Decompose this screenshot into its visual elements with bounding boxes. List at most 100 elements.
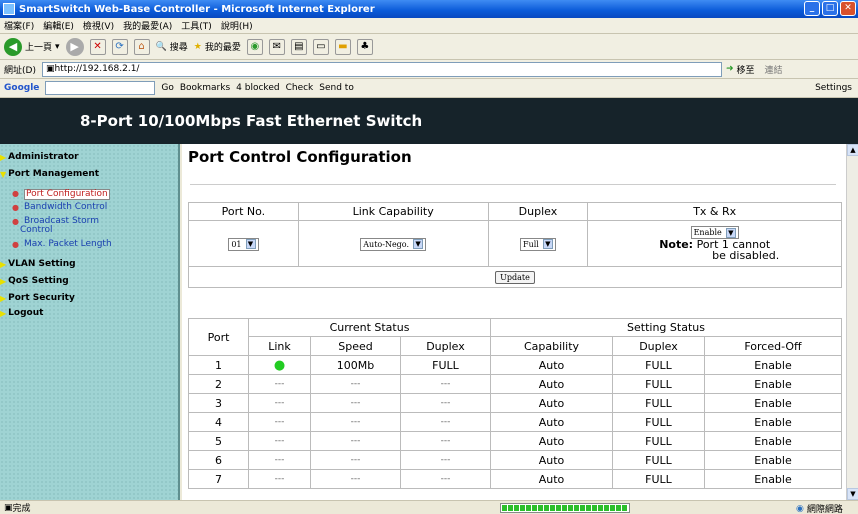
link-capability-select[interactable]: Auto-Nego. ▼ (360, 237, 427, 251)
table-row: 2 --- --- --- Auto FULL Enable (188, 374, 842, 394)
note-label: Note: (659, 238, 694, 251)
link-select-value: Auto-Nego. (363, 239, 410, 249)
cell-duplex: FULL (400, 355, 491, 375)
sidebar-item-broadcast-storm-cont[interactable]: Control (20, 226, 53, 235)
config-table: Port No. Link Capability Duplex Tx & Rx … (188, 202, 842, 288)
table-row: 6 --- --- --- Auto FULL Enable (188, 450, 842, 470)
ie-icon (3, 3, 15, 15)
go-arrow-icon: ➜ (725, 64, 734, 74)
arrow-icon: ▶ (0, 308, 7, 318)
media-icon[interactable]: ◉ (246, 38, 263, 55)
txrx-cell: Enable ▼ Note: Port 1 cannot be disabled. (587, 220, 842, 267)
back-arrow-icon: ◀ (4, 37, 22, 56)
sidebar-item-logout[interactable]: ▶ Logout (0, 308, 43, 318)
stop-icon[interactable]: ✕ (89, 38, 106, 55)
sidebar-item-port-security[interactable]: ▶ Port Security (0, 293, 75, 303)
header-cur-duplex: Duplex (400, 336, 491, 356)
cell-capability: Auto (490, 412, 613, 432)
popup-blocked[interactable]: 4 blocked (236, 83, 279, 93)
scroll-down-icon[interactable]: ▼ (847, 488, 858, 500)
mail-icon[interactable]: ✉ (268, 38, 285, 55)
duplex-select[interactable]: Full ▼ (520, 237, 556, 251)
status-table: Port Current Status Setting Status Link … (188, 318, 842, 489)
back-button[interactable]: ◀ 上一頁 ▾ (4, 37, 60, 56)
google-search-input[interactable] (45, 81, 156, 95)
cell-duplex: --- (400, 412, 491, 432)
go-button[interactable]: ➜ 移至 (726, 63, 755, 76)
google-go-button[interactable]: Go (161, 83, 173, 93)
sidebar-item-bandwidth-control[interactable]: ● Bandwidth Control (12, 203, 107, 213)
zone-indicator: ◉ 網際網路 (796, 502, 843, 514)
links-label[interactable]: 連結 (765, 63, 783, 76)
settings-button[interactable]: Settings (815, 83, 852, 93)
menu-help[interactable]: 說明(H) (221, 19, 253, 32)
duplex-select-value: Full (523, 239, 539, 249)
switch-title: 8-Port 10/100Mbps Fast Ethernet Switch (80, 112, 423, 130)
port-select[interactable]: 01 ▼ (228, 237, 259, 251)
bullet-icon: ● (12, 203, 19, 212)
status-bar: ▣ 完成 ◉ 網際網路 (0, 500, 858, 514)
refresh-icon[interactable]: ⟳ (111, 38, 128, 55)
address-url: http://192.168.2.1/ (54, 64, 140, 74)
bullet-icon: ● (12, 217, 19, 226)
spell-check-button[interactable]: Check (286, 83, 314, 93)
sidebar-item-qos[interactable]: ▶ QoS Setting (0, 276, 69, 286)
zone-label: 網際網路 (806, 505, 843, 514)
address-input[interactable]: ▣ http://192.168.2.1/ (41, 61, 722, 77)
favorites-button[interactable]: ★ 我的最愛 (194, 40, 241, 54)
table-row: 4 --- --- --- Auto FULL Enable (188, 412, 842, 432)
sidebar-item-port-management[interactable]: ▼ Port Management (0, 169, 99, 179)
sidebar: ▶ Administrator ▼ Port Management ● Port… (0, 144, 180, 500)
sidebar-item-port-configuration[interactable]: ● Port Configuration (12, 189, 110, 200)
home-icon[interactable]: ⌂ (133, 38, 150, 55)
close-button[interactable]: ✕ (840, 1, 856, 16)
vertical-scrollbar[interactable]: ▲ ▼ (846, 144, 858, 500)
cell-set_duplex: FULL (612, 393, 705, 413)
maximize-button[interactable]: □ (822, 1, 838, 16)
search-button[interactable]: 🔍 搜尋 (156, 40, 188, 54)
update-cell: Update (188, 266, 842, 288)
table-row: 5 --- --- --- Auto FULL Enable (188, 431, 842, 451)
google-logo[interactable]: Google (4, 83, 39, 93)
menu-edit[interactable]: 編輯(E) (43, 19, 74, 32)
sidebar-item-vlan[interactable]: ▶ VLAN Setting (0, 259, 76, 269)
edit-icon[interactable]: ▭ (312, 38, 329, 55)
update-button[interactable]: Update (495, 271, 535, 284)
scroll-up-icon[interactable]: ▲ (847, 144, 858, 156)
sidebar-item-administrator[interactable]: ▶ Administrator (0, 152, 79, 162)
browser-toolbar: ◀ 上一頁 ▾ ▶ ✕ ⟳ ⌂ 🔍 搜尋 ★ 我的最愛 ◉ ✉ ▤ ▭ ▬ ♣ (0, 34, 858, 60)
forward-icon[interactable]: ▶ (65, 37, 84, 56)
messenger-icon[interactable]: ♣ (356, 38, 373, 55)
switch-header: 8-Port 10/100Mbps Fast Ethernet Switch (0, 98, 858, 144)
cell-capability: Auto (490, 393, 613, 413)
cell-forced: Enable (704, 469, 842, 489)
address-bar: 網址(D) ▣ http://192.168.2.1/ ➜ 移至 連結 (0, 60, 858, 79)
menu-file[interactable]: 檔案(F) (4, 19, 34, 32)
send-to-button[interactable]: Send to (319, 83, 354, 93)
status-text: 完成 (12, 504, 31, 514)
menu-favorites[interactable]: 我的最愛(A) (123, 19, 172, 32)
sidebar-label: Port Security (8, 293, 75, 303)
arrow-down-icon: ▼ (0, 169, 7, 179)
arrow-icon: ▶ (0, 152, 7, 162)
bookmarks-button[interactable]: Bookmarks (180, 83, 230, 93)
minimize-button[interactable]: _ (804, 1, 820, 16)
print-icon[interactable]: ▤ (290, 38, 307, 55)
menu-view[interactable]: 檢視(V) (83, 19, 114, 32)
cell-port: 1 (188, 355, 249, 375)
folder-icon[interactable]: ▬ (334, 38, 351, 55)
sidebar-label: Logout (8, 308, 44, 318)
cell-forced: Enable (704, 374, 842, 394)
header-txrx: Tx & Rx (587, 202, 842, 221)
cell-duplex: --- (400, 431, 491, 451)
sidebar-item-max-packet-length[interactable]: ● Max. Packet Length (12, 240, 112, 250)
arrow-icon: ▶ (0, 259, 7, 269)
address-label: 網址(D) (4, 65, 36, 76)
menu-tools[interactable]: 工具(T) (181, 19, 212, 32)
cell-port: 2 (188, 374, 249, 394)
favorites-label: 我的最愛 (204, 43, 241, 53)
cell-forced: Enable (704, 355, 842, 375)
cell-link: --- (248, 431, 311, 451)
page-title: Port Control Configuration (188, 148, 412, 166)
header-speed: Speed (310, 336, 401, 356)
